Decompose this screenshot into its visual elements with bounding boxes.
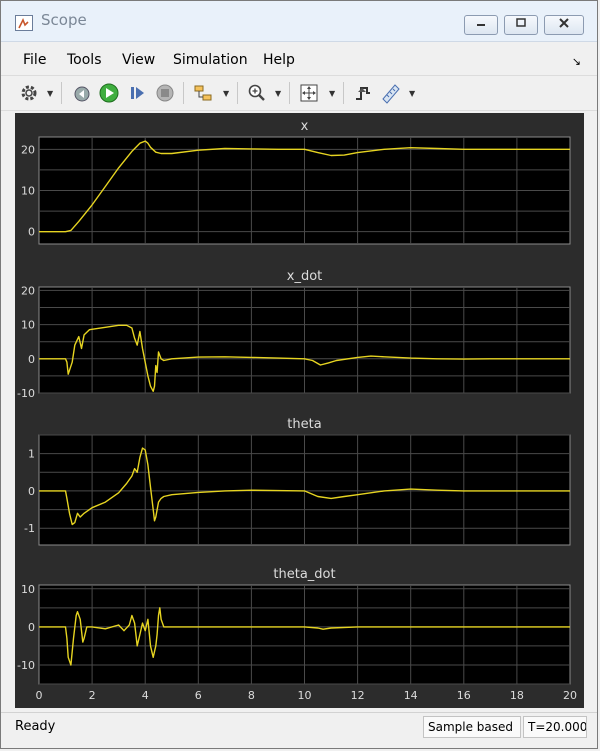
y-tick-label: 10 xyxy=(21,583,35,596)
plot-title: x_dot xyxy=(287,269,323,284)
zoom-in-icon xyxy=(248,84,265,101)
window-title: Scope xyxy=(41,11,87,29)
x-tick-label: 6 xyxy=(195,689,202,702)
toolbar-separator xyxy=(343,82,344,104)
dock-arrow-icon[interactable]: ↘ xyxy=(572,55,581,68)
block-diagram-icon xyxy=(194,85,212,101)
x-tick-label: 14 xyxy=(404,689,418,702)
x-tick-label: 10 xyxy=(298,689,312,702)
menu-file[interactable]: File xyxy=(23,52,46,68)
minimize-icon xyxy=(477,24,485,26)
plot-title: theta_dot xyxy=(273,567,335,582)
y-tick-label: 1 xyxy=(28,448,35,461)
x-tick-label: 2 xyxy=(89,689,96,702)
run-icon xyxy=(99,83,119,103)
step-forward-icon xyxy=(131,87,144,99)
scope-plots[interactable]: x01020x_dot-1001020theta-101theta_dot-10… xyxy=(15,113,584,708)
close-icon xyxy=(559,18,569,28)
toolbar-separator xyxy=(183,82,184,104)
measurements-dropdown-icon[interactable]: ▼ xyxy=(409,89,415,98)
stop-button[interactable] xyxy=(153,81,177,105)
x-tick-label: 20 xyxy=(563,689,577,702)
autoscale-button[interactable] xyxy=(297,81,321,105)
matlab-app-icon xyxy=(15,15,33,31)
y-tick-label: 10 xyxy=(21,319,35,332)
highlight-block-button[interactable] xyxy=(191,81,215,105)
y-tick-label: 0 xyxy=(28,226,35,239)
settings-button[interactable] xyxy=(17,81,41,105)
x-tick-label: 4 xyxy=(142,689,149,702)
y-tick-label: 0 xyxy=(28,353,35,366)
time-indicator: T=20.000 xyxy=(523,716,587,738)
measurements-button[interactable] xyxy=(379,81,403,105)
title-bar[interactable]: Scope xyxy=(1,1,597,42)
run-button[interactable] xyxy=(97,81,121,105)
y-tick-label: -10 xyxy=(17,387,35,400)
toolbar-separator xyxy=(289,82,290,104)
menu-tools[interactable]: Tools xyxy=(67,52,102,68)
zoom-button[interactable] xyxy=(245,81,269,105)
maximize-button[interactable] xyxy=(504,15,538,35)
status-text: Ready xyxy=(15,719,56,734)
y-tick-label: 20 xyxy=(21,284,35,297)
sample-based-indicator: Sample based xyxy=(423,716,521,738)
gear-icon xyxy=(21,85,37,101)
menu-bar: File Tools View Simulation Help ↘ xyxy=(1,43,597,75)
y-tick-label: 20 xyxy=(21,143,35,156)
menu-simulation[interactable]: Simulation xyxy=(173,52,248,68)
ruler-icon xyxy=(382,84,400,104)
menu-view[interactable]: View xyxy=(122,52,155,68)
toolbar: ▼ ▼ ▼ ▼ ▼ xyxy=(1,75,597,111)
y-tick-label: 0 xyxy=(28,485,35,498)
highlight-dropdown-icon[interactable]: ▼ xyxy=(223,89,229,98)
x-tick-label: 18 xyxy=(510,689,524,702)
toolbar-separator xyxy=(61,82,62,104)
scope-window: Scope File Tools View Simulation Help ↘ … xyxy=(0,0,598,749)
scope-display: x 0 10 20 x_dot -10 0 10 20 theta -1 0 1 theta_dot -10… xyxy=(15,113,584,708)
x-tick-label: 16 xyxy=(457,689,471,702)
y-tick-label: -10 xyxy=(17,659,35,672)
status-bar: Ready Sample based T=20.000 xyxy=(1,712,597,747)
trigger-icon xyxy=(356,87,370,100)
zoom-dropdown-icon[interactable]: ▼ xyxy=(275,89,281,98)
autoscale-icon xyxy=(300,84,318,102)
maximize-icon xyxy=(516,18,526,27)
step-forward-button[interactable] xyxy=(125,81,149,105)
y-tick-label: 10 xyxy=(21,185,35,198)
y-tick-label: 0 xyxy=(28,621,35,634)
minimize-button[interactable] xyxy=(464,15,498,35)
x-tick-label: 12 xyxy=(351,689,365,702)
settings-dropdown-icon[interactable]: ▼ xyxy=(47,89,53,98)
close-button[interactable] xyxy=(544,15,584,35)
y-tick-label: -1 xyxy=(24,522,35,535)
step-back-button[interactable] xyxy=(69,81,93,105)
stop-icon xyxy=(156,84,174,102)
x-tick-label: 0 xyxy=(36,689,43,702)
plot-title: x xyxy=(301,119,309,134)
triggers-button[interactable] xyxy=(351,81,375,105)
x-tick-label: 8 xyxy=(248,689,255,702)
plot-title: theta xyxy=(287,417,321,432)
toolbar-separator xyxy=(237,82,238,104)
menu-help[interactable]: Help xyxy=(263,52,295,68)
autoscale-dropdown-icon[interactable]: ▼ xyxy=(329,89,335,98)
step-back-icon xyxy=(74,86,90,102)
